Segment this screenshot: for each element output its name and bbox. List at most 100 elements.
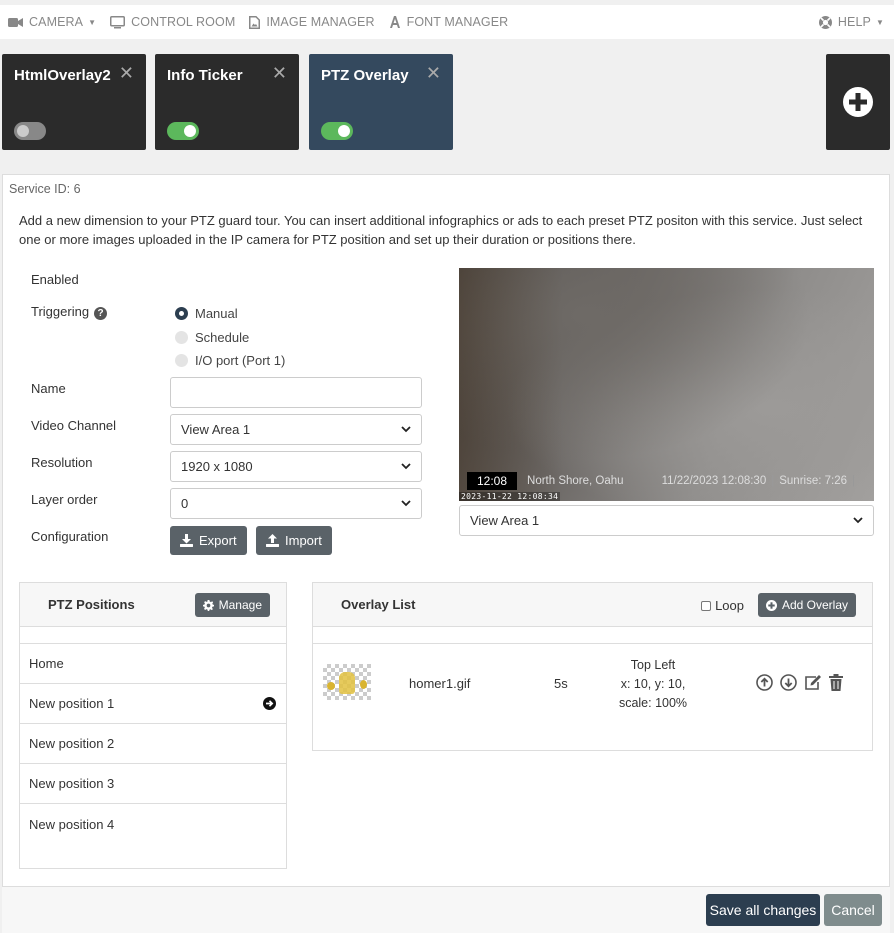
ptz-position-item[interactable]: New position 4 [20,804,286,844]
triggering-label-text: Triggering [31,304,90,319]
export-button[interactable]: Export [170,526,247,555]
caret-down-icon: ▼ [88,17,97,27]
chevron-down-icon [853,517,863,524]
upload-icon [266,534,279,547]
plus-circle-icon [843,87,873,117]
service-tile-htmloverlay2[interactable]: HtmlOverlay2 ✕ [2,54,146,150]
font-icon [389,16,400,28]
ticker-time: 12:08 [467,472,518,490]
arrow-circle-down-icon[interactable] [780,674,797,691]
manage-button[interactable]: Manage [194,593,270,617]
overlay-filename: homer1.gif [409,676,471,691]
ptz-position-label: Home [29,656,64,671]
layer-order-select[interactable]: 0 [170,488,422,519]
checkbox-box[interactable] [701,600,712,611]
video-channel-select[interactable]: View Area 1 [170,414,422,445]
video-preview: 12:08 North Shore, Oahu 11/22/2023 12:08… [459,268,874,501]
radio-schedule[interactable]: Schedule [175,330,249,345]
service-panel: Service ID: 6 Add a new dimension to you… [2,174,890,933]
overlay-duration: 5s [554,676,568,691]
service-tile-ptz-overlay[interactable]: PTZ Overlay ✕ [309,54,453,150]
add-overlay-label: Add Overlay [781,598,848,612]
caret-down-icon: ▼ [875,17,884,27]
view-area-value: View Area 1 [470,513,540,528]
enabled-label: Enabled [31,272,79,287]
ptz-position-label: New position 3 [29,776,115,791]
edit-icon[interactable] [804,674,822,691]
save-all-button[interactable]: Save all changes [706,894,820,926]
ptz-position-label: New position 1 [29,696,115,711]
close-icon[interactable]: ✕ [272,64,287,82]
service-tile-info-ticker[interactable]: Info Ticker ✕ [155,54,299,150]
overlay-scale: scale: 100% [618,696,688,710]
video-shading [459,268,874,501]
arrow-circle-up-icon[interactable] [756,674,773,691]
cancel-button[interactable]: Cancel [824,894,882,926]
loop-label: Loop [715,598,744,613]
loop-checkbox[interactable]: Loop [701,598,744,613]
ticker-separator: | [771,475,775,487]
nav-image-manager-label: IMAGE MANAGER [266,15,375,29]
overlay-list-title: Overlay List [341,597,416,612]
add-service-button[interactable] [826,54,890,150]
radio-dot[interactable] [175,354,188,367]
ptz-positions-header: PTZ Positions Manage [20,583,286,627]
overlay-list-card: Overlay List Loop Add Overlay homer1.gif… [312,582,873,751]
layer-order-value: 0 [181,496,189,511]
arrow-circle-right-icon [263,697,276,710]
close-icon[interactable]: ✕ [426,64,441,82]
name-input[interactable] [170,377,422,408]
configuration-label: Configuration [31,529,109,544]
nav-camera[interactable]: CAMERA ▼ [8,15,96,29]
tile-title: Info Ticker [167,67,243,84]
overlay-list-header: Overlay List Loop Add Overlay [313,583,872,627]
ptz-position-item[interactable]: Home [20,644,286,684]
chevron-down-icon [401,426,411,433]
radio-io-port[interactable]: I/O port (Port 1) [175,353,285,368]
ticker-location: North Shore, Oahu [527,475,624,487]
radio-label: Manual [195,306,238,321]
ptz-position-item[interactable]: New position 1 [20,684,286,724]
plus-circle-icon [765,599,777,611]
nav-help[interactable]: HELP ▼ [818,15,884,29]
resolution-select[interactable]: 1920 x 1080 [170,451,422,482]
ticker-date: 11/22/2023 12:08:30 [661,475,767,487]
camera-timestamp: 2023-11-22 12:08:34 [459,492,561,501]
ticker-separator: | [852,475,855,487]
monitor-icon [110,15,126,28]
import-button[interactable]: Import [256,526,332,555]
nav-control-room-label: CONTROL ROOM [131,15,236,29]
footer-bar: Save all changes Cancel [2,886,890,933]
top-nav: CAMERA ▼ CONTROL ROOM IMAGE MANAGER FONT… [0,5,894,39]
thumbnail-figure [327,682,335,690]
enable-toggle[interactable] [321,122,353,140]
video-camera-icon [8,17,23,27]
add-overlay-button[interactable]: Add Overlay [757,593,856,617]
triggering-label: Triggering? [31,304,108,320]
resolution-value: 1920 x 1080 [181,459,253,474]
nav-control-room[interactable]: CONTROL ROOM [110,15,235,29]
tile-title: PTZ Overlay [321,67,409,84]
overlay-row[interactable]: homer1.gif 5s Top Left x: 10, y: 10, sca… [313,643,871,733]
list-spacer [313,627,872,644]
radio-label: I/O port (Port 1) [195,353,286,368]
nav-font-manager[interactable]: FONT MANAGER [389,15,509,29]
close-icon[interactable]: ✕ [119,64,134,82]
enable-toggle[interactable] [14,122,46,140]
trash-icon[interactable] [829,674,843,691]
nav-image-manager[interactable]: IMAGE MANAGER [249,15,375,29]
export-label: Export [199,533,237,548]
overlay-thumbnail [323,664,371,700]
radio-dot[interactable] [175,307,188,320]
ptz-position-item[interactable]: New position 3 [20,764,286,804]
radio-manual[interactable]: Manual [175,306,238,321]
ptz-position-label: New position 4 [29,816,115,832]
question-icon[interactable]: ? [94,307,108,320]
ptz-position-item[interactable]: New position 2 [20,724,286,764]
service-description: Add a new dimension to your PTZ guard to… [19,213,863,247]
radio-dot[interactable] [175,331,188,344]
enable-toggle[interactable] [167,122,199,140]
download-icon [180,534,193,547]
tile-title: HtmlOverlay2 [14,67,111,84]
view-area-select[interactable]: View Area 1 [459,505,874,536]
